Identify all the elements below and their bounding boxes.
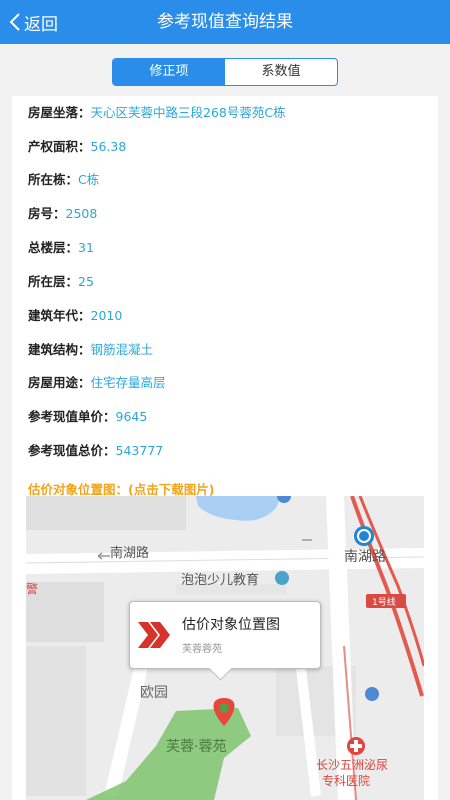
field-location: 房屋坐落：天心区芙蓉中路三段268号蓉苑C栋 xyxy=(28,105,286,120)
back-label: 返回 xyxy=(24,14,58,35)
tab-correction-items[interactable]: 修正项 xyxy=(113,59,225,85)
field-build-year: 建筑年代：2010 xyxy=(28,308,123,323)
result-card: 房屋坐落：天心区芙蓉中路三段268号蓉苑C栋 产权面积：56.38 所在栋：C栋… xyxy=(12,96,438,800)
field-total-price: 参考现值总价：543777 xyxy=(28,443,164,458)
field-unit-price: 参考现值单价：9645 xyxy=(28,409,148,424)
map-label-target: 芙蓉·蓉苑 xyxy=(166,739,227,755)
field-room-number: 房号：2508 xyxy=(28,206,98,221)
map-label-edge: 警 xyxy=(26,582,39,596)
map-label-school: 泡泡少儿教育 xyxy=(181,573,260,588)
field-structure: 建筑结构：钢筋混凝土 xyxy=(28,342,154,357)
map-label-road-right: 南湖路 xyxy=(344,549,386,565)
map-callout[interactable]: 估价对象位置图 芙蓉蓉苑 xyxy=(129,601,321,681)
map-label-hospital-1: 长沙五洲泌尿 xyxy=(316,758,389,772)
callout-subtitle: 芙蓉蓉苑 xyxy=(182,644,222,655)
app-header: 返回 参考现值查询结果 xyxy=(0,0,450,44)
map-label-road-left: 南湖路 xyxy=(110,546,150,561)
location-map[interactable]: 南湖路 南湖路 泡泡少儿教育 1号线 欧园 芙蓉·蓉苑 长沙五洲泌尿 专科医院 … xyxy=(26,496,424,800)
double-chevron-right-icon xyxy=(138,622,170,648)
field-building: 所在栋：C栋 xyxy=(28,172,100,187)
field-floor: 所在层：25 xyxy=(28,274,94,289)
map-label-line: 1号线 xyxy=(372,598,396,608)
segmented-control: 修正项 系数值 xyxy=(112,58,338,86)
callout-title: 估价对象位置图 xyxy=(182,617,280,633)
back-button[interactable]: 返回 xyxy=(8,0,58,44)
tab-coefficient-values[interactable]: 系数值 xyxy=(225,59,337,85)
field-area: 产权面积：56.38 xyxy=(28,139,127,154)
chevron-left-icon xyxy=(9,13,20,31)
field-total-floors: 总楼层：31 xyxy=(28,240,94,255)
map-label-hospital-2: 专科医院 xyxy=(322,774,371,788)
map-label-area: 欧园 xyxy=(140,685,168,701)
field-usage: 房屋用途：住宅存量高层 xyxy=(28,375,166,390)
page-title: 参考现值查询结果 xyxy=(157,12,293,32)
